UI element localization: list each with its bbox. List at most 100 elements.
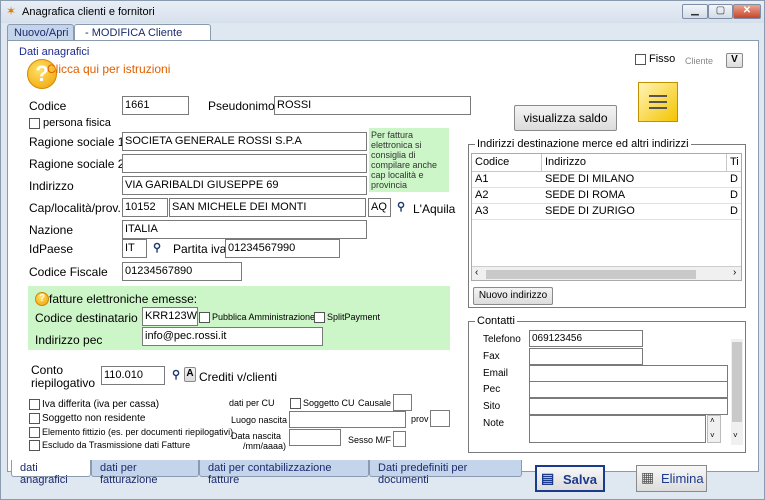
- sito-label: Sito: [483, 401, 501, 412]
- ragione-sociale-1-label: Ragione sociale 1: [29, 135, 125, 149]
- fisso-label: Fisso: [649, 53, 676, 65]
- binoculars-icon[interactable]: ⚲: [150, 241, 164, 255]
- binoculars-icon[interactable]: ⚲: [394, 200, 408, 214]
- soggetto-non-residente-checkbox[interactable]: [29, 413, 40, 424]
- ragione-sociale-2-label: Ragione sociale 2: [29, 157, 125, 171]
- conto-a-button[interactable]: A: [184, 367, 196, 382]
- data-nascita-format-label: /mm/aaaa): [243, 441, 287, 451]
- causale-input[interactable]: [393, 394, 412, 411]
- delete-button[interactable]: ▦ Elimina: [636, 465, 707, 492]
- maximize-button[interactable]: ▢: [708, 4, 733, 19]
- indirizzo-input[interactable]: VIA GARIBALDI GIUSEPPE 69: [122, 176, 367, 195]
- fax-input[interactable]: [529, 348, 643, 365]
- ragione-sociale-1-input[interactable]: SOCIETA GENERALE ROSSI S.P.A: [122, 132, 367, 151]
- persona-fisica-label: persona fisica: [43, 117, 111, 129]
- provincia-input[interactable]: AQ: [368, 198, 391, 217]
- fisso-checkbox[interactable]: [635, 54, 646, 65]
- indirizzi-title: Indirizzi destinazione merce ed altri in…: [475, 138, 691, 150]
- cap-input[interactable]: 10152: [122, 198, 168, 217]
- idpaese-input[interactable]: IT: [122, 239, 147, 258]
- save-icon: ▤: [541, 470, 555, 486]
- tab-dati-contabilizzazione[interactable]: dati per contabilizzazione fatture: [199, 460, 369, 486]
- close-button[interactable]: ✕: [733, 4, 761, 19]
- tab-nuovo-apri[interactable]: Nuovo/Apri: [7, 24, 74, 41]
- horizontal-scrollbar[interactable]: ‹ ›: [472, 266, 741, 280]
- conto-description: Crediti v/clienti: [199, 370, 278, 384]
- indirizzo-label: Indirizzo: [29, 179, 74, 193]
- codice-input[interactable]: 1661: [122, 96, 189, 115]
- causale-label: Causale: [358, 398, 392, 408]
- codice-fiscale-label: Codice Fiscale: [29, 265, 108, 279]
- elemento-fittizio-label: Elemento fittizio (es. per documenti rie…: [42, 427, 234, 437]
- note-input[interactable]: [529, 415, 706, 443]
- scroll-right-icon[interactable]: ›: [733, 267, 736, 278]
- note-label: Note: [483, 418, 505, 429]
- splitpayment-checkbox[interactable]: [314, 312, 325, 323]
- partita-iva-input[interactable]: 01234567990: [225, 239, 340, 258]
- row-indirizzo: SEDE DI ZURIGO: [542, 204, 727, 220]
- nota-fattura-elettronica: Per fattura elettronica si consiglia di …: [369, 128, 449, 192]
- scroll-left-icon[interactable]: ‹: [475, 267, 478, 278]
- pubblica-amministrazione-checkbox[interactable]: [199, 312, 210, 323]
- help-icon[interactable]: ?: [35, 292, 49, 306]
- tab-modifica-cliente[interactable]: - MODIFICA Cliente 1661: [74, 24, 211, 51]
- pseudonimo-input[interactable]: ROSSI: [274, 96, 471, 115]
- pubblica-amministrazione-label: Pubblica Amministrazione: [212, 312, 316, 322]
- row-indirizzo: SEDE DI ROMA: [542, 188, 727, 204]
- note-scrollbar[interactable]: ˄ ˅: [707, 415, 721, 443]
- fisso-select[interactable]: V: [726, 53, 743, 68]
- column-header-codice[interactable]: Codice: [472, 154, 542, 171]
- codice-destinatario-input[interactable]: KRR123W: [142, 307, 198, 326]
- scroll-up-icon[interactable]: ˄: [710, 416, 715, 425]
- row-codice: A3: [472, 204, 542, 220]
- save-button[interactable]: ▤ Salva: [535, 465, 605, 492]
- telefono-input[interactable]: 069123456: [529, 330, 643, 347]
- column-header-indirizzo[interactable]: Indirizzo: [542, 154, 727, 171]
- minimize-button[interactable]: ▁: [682, 4, 708, 19]
- iva-differita-label: Iva differita (iva per cassa): [42, 399, 160, 410]
- row-codice: A1: [472, 172, 542, 188]
- cap-localita-label: Cap/località/prov.: [29, 201, 121, 215]
- fisso-sub-label: Cliente: [685, 56, 714, 66]
- prov-nascita-input[interactable]: [430, 410, 450, 427]
- scroll-down-icon[interactable]: ˅: [733, 431, 738, 440]
- help-link[interactable]: Clicca qui per istruzioni: [47, 62, 170, 76]
- column-header-tipo[interactable]: Ti: [727, 154, 741, 171]
- visualizza-saldo-button[interactable]: visualizza saldo: [514, 105, 617, 131]
- conto-input[interactable]: 110.010: [101, 366, 165, 385]
- telefono-label: Telefono: [483, 334, 521, 345]
- soggetto-cu-label: Soggetto CU: [303, 398, 355, 408]
- title-bar: ✶ Anagrafica clienti e fornitori ▁ ▢ ✕: [1, 1, 764, 23]
- persona-fisica-checkbox[interactable]: [29, 118, 40, 129]
- document-icon[interactable]: [638, 82, 678, 122]
- luogo-nascita-label: Luogo nascita: [231, 415, 288, 425]
- escludo-trasmissione-checkbox[interactable]: [29, 440, 40, 451]
- sito-input[interactable]: [529, 398, 728, 415]
- nazione-input[interactable]: ITALIA: [122, 220, 367, 239]
- soggetto-cu-checkbox[interactable]: [290, 398, 301, 409]
- data-nascita-input[interactable]: [289, 429, 341, 446]
- contatti-scrollbar[interactable]: ˅: [731, 339, 743, 445]
- row-tipo: D: [727, 172, 741, 188]
- codice-fiscale-input[interactable]: 01234567890: [122, 262, 242, 281]
- row-tipo: D: [727, 188, 741, 204]
- localita-input[interactable]: SAN MICHELE DEI MONTI: [169, 198, 366, 217]
- tab-dati-predefiniti[interactable]: Dati predefiniti per documenti: [369, 460, 522, 486]
- indirizzo-pec-input[interactable]: info@pec.rossi.it: [142, 327, 323, 346]
- fe-title: fatture elettroniche emesse:: [49, 292, 198, 306]
- row-codice: A2: [472, 188, 542, 204]
- scroll-down-icon[interactable]: ˅: [710, 431, 715, 440]
- sesso-input[interactable]: [393, 431, 406, 447]
- luogo-nascita-input[interactable]: [289, 411, 406, 428]
- email-input[interactable]: [529, 365, 728, 382]
- nuovo-indirizzo-button[interactable]: Nuovo indirizzo: [473, 287, 553, 305]
- tab-dati-anagrafici[interactable]: dati anagrafici: [11, 460, 91, 486]
- pec-input[interactable]: [529, 381, 728, 398]
- iva-differita-checkbox[interactable]: [29, 399, 40, 410]
- ragione-sociale-2-input[interactable]: [122, 154, 367, 173]
- elemento-fittizio-checkbox[interactable]: [29, 427, 40, 438]
- tab-dati-fatturazione[interactable]: dati per fatturazione: [91, 460, 199, 486]
- binoculars-icon[interactable]: ⚲: [169, 368, 183, 382]
- fax-label: Fax: [483, 351, 500, 362]
- row-tipo: D: [727, 204, 741, 220]
